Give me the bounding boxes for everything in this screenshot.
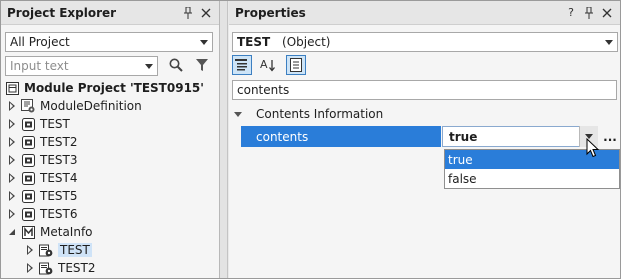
property-value-field[interactable]: true [442,126,598,147]
tree-item-label: TEST4 [40,171,78,185]
pane-splitter[interactable] [220,1,228,278]
expand-arrow-icon[interactable] [25,241,35,259]
project-filter-value: All Project [10,35,70,49]
help-icon[interactable]: ? [564,5,578,21]
project-explorer-titlebar: Project Explorer [1,1,219,25]
chevron-down-icon [141,63,157,69]
categorized-view-button[interactable] [232,55,252,75]
window: Project Explorer All Project Input text [0,0,621,279]
property-search-input[interactable]: contents [232,80,617,100]
tree-item-test[interactable]: TEST [7,115,70,133]
expand-arrow-icon[interactable] [25,259,35,277]
dropdown-option-false[interactable]: false [445,169,619,188]
sort-alpha-icon: A [260,58,275,72]
metadata-icon [39,243,53,257]
chevron-down-icon [196,39,212,45]
category-row[interactable]: Contents Information [229,105,620,123]
project-explorer-title: Project Explorer [7,5,117,20]
property-pages-button[interactable] [286,55,306,75]
module-definition-icon [21,99,35,113]
object-select[interactable]: TEST (Object) [232,32,618,52]
search-icon[interactable] [167,56,185,74]
alphabetical-view-button[interactable]: A [258,55,278,75]
search-placeholder: Input text [10,59,69,73]
tree-item-label: TEST5 [40,189,78,203]
tree-item-label: MetaInfo [40,225,93,239]
tree-item-module-definition[interactable]: ModuleDefinition [7,97,142,115]
object-icon [21,189,35,203]
tree-item-label: TEST2 [40,135,78,149]
tree-item-test6[interactable]: TEST6 [7,205,78,223]
tree-item-label: Module Project 'TEST0915' [24,81,204,95]
svg-text:A: A [260,58,268,71]
property-pages-icon [290,58,302,72]
tree-item-label: TEST6 [40,207,78,221]
category-label: Contents Information [256,107,384,121]
object-icon [21,135,35,149]
collapse-arrow-icon[interactable] [7,223,17,241]
property-search-value: contents [237,83,290,97]
properties-titlebar: Properties ? [229,1,620,25]
tree-item-label: TEST [40,117,70,131]
pin-icon[interactable] [582,5,596,21]
expand-arrow-icon[interactable] [7,205,17,223]
search-input[interactable]: Input text [5,56,158,76]
properties-pane: Properties ? TEST (Object) A contents Co… [229,1,620,278]
properties-title: Properties [235,5,306,20]
close-icon[interactable] [199,5,213,21]
tree-item-test5[interactable]: TEST5 [7,187,78,205]
expand-arrow-icon[interactable] [7,169,17,187]
tree-item-module-project[interactable]: Module Project 'TEST0915' [5,79,204,97]
categorized-icon [235,59,247,71]
object-icon [21,153,35,167]
expand-arrow-icon[interactable] [7,151,17,169]
object-name: TEST [237,35,271,49]
meta-icon [21,225,35,239]
tree-item-metainfo[interactable]: MetaInfo [7,223,93,241]
tree-item-test3[interactable]: TEST3 [7,151,78,169]
expand-arrow-icon[interactable] [7,97,17,115]
tree-item-metainfo-test2[interactable]: TEST2 [25,259,96,277]
pin-icon[interactable] [181,5,195,21]
ellipsis-button[interactable]: ... [601,126,619,147]
chevron-down-icon [601,39,617,45]
metadata-icon [39,261,53,275]
project-filter-select[interactable]: All Project [5,32,213,52]
tree-item-label: ModuleDefinition [40,99,142,113]
tree-item-test2[interactable]: TEST2 [7,133,78,151]
filter-icon[interactable] [193,56,211,74]
close-icon[interactable] [600,5,614,21]
object-icon [21,207,35,221]
property-row-contents[interactable]: contents true ... [229,126,620,147]
object-icon [21,171,35,185]
tree-item-label: TEST [58,243,92,257]
tree-item-metainfo-test[interactable]: TEST [25,241,92,259]
expand-arrow-icon[interactable] [7,187,17,205]
expand-arrow-icon[interactable] [7,115,17,133]
property-value: true [449,129,478,144]
object-type: (Object) [282,35,331,49]
project-explorer-pane: Project Explorer All Project Input text [1,1,220,278]
mouse-cursor-icon [586,138,600,158]
object-icon [21,117,35,131]
tree-item-test4[interactable]: TEST4 [7,169,78,187]
expand-arrow-icon[interactable] [7,133,17,151]
collapse-arrow-icon[interactable] [232,111,244,117]
property-name: contents [241,126,441,147]
project-icon [5,81,19,95]
tree-item-label: TEST2 [58,261,96,275]
tree-item-label: TEST3 [40,153,78,167]
